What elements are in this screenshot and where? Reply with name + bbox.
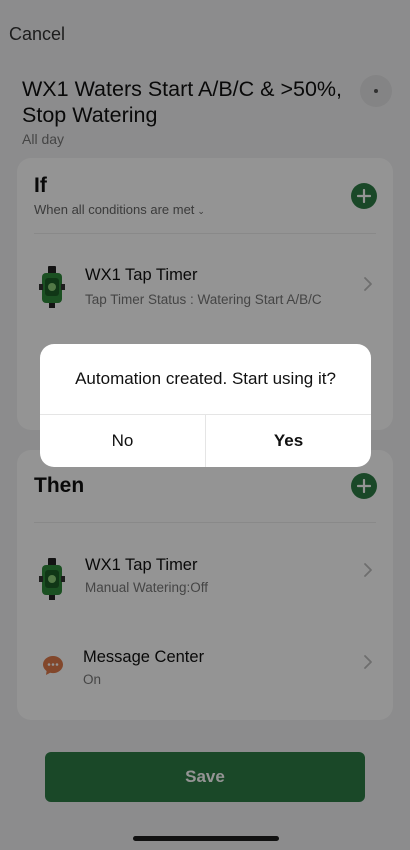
dialog-yes-button[interactable]: Yes bbox=[206, 415, 371, 467]
confirmation-dialog: Automation created. Start using it? No Y… bbox=[40, 344, 371, 467]
dialog-message: Automation created. Start using it? bbox=[75, 369, 336, 388]
home-indicator bbox=[133, 836, 279, 841]
dialog-no-button[interactable]: No bbox=[40, 415, 205, 467]
